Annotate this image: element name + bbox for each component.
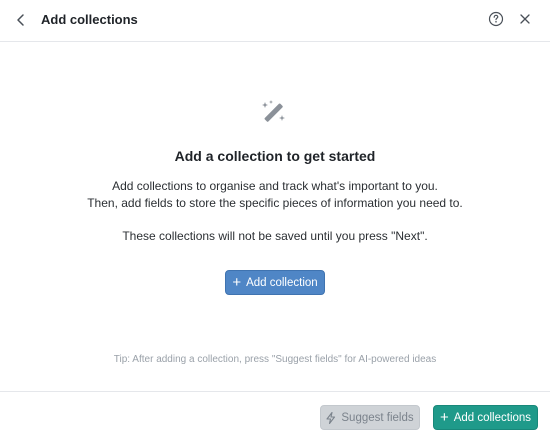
add-collections-button[interactable]: + Add collections <box>433 405 538 430</box>
lightning-icon <box>326 411 336 424</box>
close-icon <box>520 14 530 24</box>
dialog-header: Add collections <box>0 0 550 42</box>
add-collections-label: Add collections <box>453 411 532 424</box>
suggest-fields-button[interactable]: Suggest fields <box>320 405 420 430</box>
back-button[interactable] <box>11 10 31 30</box>
save-notice: These collections will not be saved unti… <box>122 229 428 243</box>
close-button[interactable] <box>516 10 534 28</box>
add-collection-label: Add collection <box>246 276 318 289</box>
magic-wand-icon <box>262 100 285 122</box>
add-collections-dialog: Add collections Add a collection to get … <box>0 0 550 442</box>
tip-text: Tip: After adding a collection, press "S… <box>113 354 437 365</box>
chevron-left-icon <box>17 14 24 26</box>
suggest-fields-label: Suggest fields <box>341 411 414 424</box>
dialog-footer: Suggest fields + Add collections <box>0 391 550 442</box>
description-line-1: Add collections to organise and track wh… <box>112 179 438 193</box>
add-collection-button[interactable]: + Add collection <box>225 270 325 295</box>
description-line-2: Then, add fields to store the specific p… <box>87 196 463 210</box>
plus-icon: + <box>232 274 242 291</box>
question-circle-icon <box>488 11 504 27</box>
help-button[interactable] <box>487 10 505 28</box>
empty-state-description: Add collections to organise and track wh… <box>0 178 550 212</box>
plus-icon: + <box>439 409 449 426</box>
dialog-title: Add collections <box>41 12 138 27</box>
empty-state-heading: Add a collection to get started <box>174 148 376 164</box>
